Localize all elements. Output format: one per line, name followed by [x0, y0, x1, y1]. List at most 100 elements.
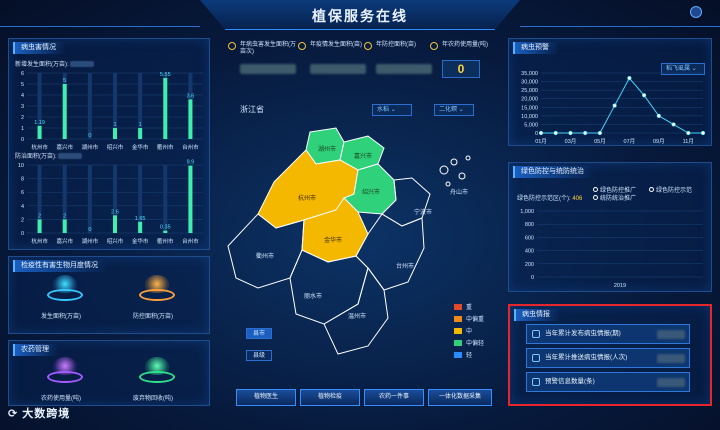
info-row-published-label: 当年累计发布病虫情报(期) [545, 330, 621, 337]
stat-pesticide: 年农药使用量(吨) 0 [430, 40, 502, 88]
info-row-warnings-value [657, 378, 685, 387]
legend-item-medium: 中 [454, 326, 472, 335]
legend-label: 中 [466, 329, 473, 335]
data-point [671, 122, 676, 127]
info-row-pushed-label: 当年累计推送病虫情报(人次) [545, 354, 628, 361]
bar-track [163, 165, 168, 233]
y-tick-label: 5 [21, 82, 24, 88]
map-label-hangzhou: 杭州市 [298, 194, 316, 202]
info-row-warnings[interactable]: 预警信息数量(条) [526, 372, 690, 392]
green-legend-3-label: 统防统治推广 [600, 196, 637, 202]
bar [37, 125, 42, 139]
pest-area-icon [228, 42, 236, 50]
chevron-down-icon: ⌄ [458, 107, 464, 113]
crop-select-value: 水稻 [377, 107, 390, 113]
info-row-pushed-value [657, 354, 685, 363]
bar [188, 165, 193, 233]
pesticide-one-thing-button[interactable]: 农药一件事 [364, 389, 424, 406]
pesticide-use-disc [47, 371, 83, 383]
data-label: 2 [63, 213, 66, 219]
map-label-wenzhou: 温州市 [348, 312, 366, 320]
green-control-chart: 0 200 400 600 800 1,000 2019 [520, 209, 703, 289]
user-icon[interactable] [690, 6, 702, 18]
data-point [656, 113, 661, 118]
data-label: 9.9 [187, 160, 195, 166]
green-legend-2-label: 绿色防控示范 [656, 188, 693, 194]
y-tick-label: 25,000 [521, 88, 538, 94]
y-tick-label: 20,000 [521, 97, 538, 103]
data-label: 1.65 [135, 216, 146, 222]
warning-line-chart: 0 5,000 10,000 15,000 20,000 25,000 30,000 35,0… [521, 71, 706, 145]
push-icon [532, 354, 540, 362]
data-point [686, 130, 691, 136]
map-level-county-sub-button[interactable]: 县级 [246, 350, 272, 361]
bar-track [87, 165, 92, 233]
x-tick-label: 11月 [683, 138, 694, 145]
pest-panel: 病虫害情况 新增发生面积(万亩): 0 1 2 3 4 5 6 1.19 杭州市 5 嘉兴市 0 湖州市… [8, 38, 210, 250]
waste-recycle-disc [139, 371, 175, 383]
legend-swatch [454, 340, 462, 347]
stat-epidemic-area-label: 年疫情发生面积(亩) [310, 42, 362, 48]
bar [138, 221, 143, 233]
stat-epidemic-area: 年疫情发生面积(亩) [298, 40, 366, 88]
x-tick-label: 01月 [535, 138, 547, 145]
y-tick-label: 600 [525, 235, 534, 241]
occurrence-area-label: 发生面积(万亩) [41, 314, 81, 320]
x-tick-label: 09月 [653, 138, 665, 145]
data-collection-button[interactable]: 一体化数据采集 [428, 389, 492, 406]
x-tick-label: 杭州市 [31, 237, 48, 245]
y-tick-label: 0 [535, 131, 538, 137]
data-point [627, 76, 632, 81]
epidemic-area-icon [298, 42, 306, 50]
x-tick-label: 衢州市 [157, 237, 174, 245]
legend-label: 中偏重 [466, 317, 485, 323]
info-row-pushed[interactable]: 当年累计推送病虫情报(人次) [526, 348, 690, 368]
x-tick-label: 05月 [594, 138, 606, 145]
stat-pest-area-value [240, 64, 296, 74]
info-row-published[interactable]: 当年累计发布病虫情报(期) [526, 324, 690, 344]
green-summary: 绿色防控示范区(个): 406 [517, 193, 582, 202]
crop-select[interactable]: 水稻 ⌄ [372, 104, 412, 116]
bar [188, 99, 193, 139]
waste-recycle-label: 废弃物回收(吨) [133, 396, 173, 402]
data-point [583, 130, 588, 136]
plant-quarantine-button[interactable]: 植物检疫 [300, 389, 360, 406]
control-area-bar-chart: 0 2 4 6 8 10 2 杭州市 2 嘉兴市 0 湖州市 2.6 绍兴市 1.65 金华市 0.35 衢州市 9… [18, 160, 203, 245]
data-label: 5 [63, 78, 66, 84]
green-summary-label: 绿色防控示范区(个): [517, 196, 573, 202]
bar [138, 128, 143, 139]
green-legend-3: 统防统治推广 [593, 193, 636, 202]
x-tick-label: 绍兴市 [107, 143, 124, 151]
pest-select[interactable]: 二化螟 ⌄ [434, 104, 474, 116]
y-tick-label: 5,000 [524, 122, 538, 128]
green-summary-value: 406 [572, 196, 583, 202]
y-tick-label: 400 [525, 249, 534, 255]
stat-epidemic-area-value [310, 64, 366, 74]
stat-control-area-label: 年防控面积(亩) [376, 42, 416, 48]
watermark-logo-icon: ⟳ [8, 408, 23, 420]
y-tick-label: 0 [21, 137, 24, 143]
y-tick-label: 35,000 [521, 71, 538, 77]
data-label: 1.19 [34, 120, 45, 126]
x-tick-label: 07月 [624, 138, 636, 145]
x-tick-label: 03月 [565, 138, 577, 145]
map-label-ningbo: 宁波市 [414, 208, 432, 216]
warning-panel-title: 病虫预警 [513, 42, 559, 54]
y-tick-label: 6 [21, 71, 24, 77]
map-region-wenzhou [323, 266, 389, 355]
legend-swatch [454, 328, 462, 335]
map-level-county-button[interactable]: 县市 [246, 328, 272, 339]
data-label: 3.6 [187, 93, 195, 99]
header: 植保服务在线 [0, 0, 720, 34]
y-tick-label: 4 [21, 204, 24, 210]
x-tick-label: 湖州市 [82, 237, 99, 245]
x-tick-label: 嘉兴市 [56, 237, 73, 245]
stat-pest-area: 年病虫害发生面积(万亩次) [228, 40, 296, 88]
x-tick-label: 湖州市 [82, 143, 99, 151]
data-label: 1 [113, 122, 116, 128]
green-legend-2: 绿色防控示范 [649, 185, 692, 194]
legend-label: 中偏轻 [466, 341, 485, 347]
green-control-panel-title: 绿色防控与统防统治 [513, 166, 594, 178]
plant-doctor-button[interactable]: 植物医生 [236, 389, 296, 406]
bar [113, 128, 117, 139]
